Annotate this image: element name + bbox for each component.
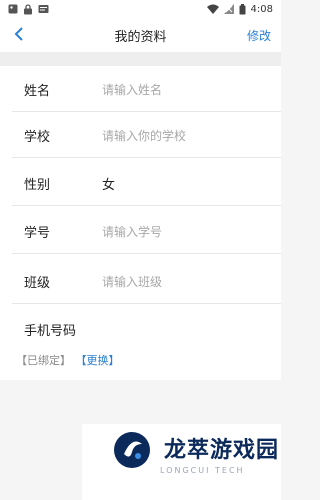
watermark-name: 龙萃游戏园: [164, 438, 280, 463]
school-row[interactable]: 学校 请输入你的学校: [0, 112, 281, 158]
signal-icon: [223, 4, 234, 14]
top-nav-bar: 我的资料 修改: [0, 18, 281, 52]
student-id-row[interactable]: 学号 请输入学号: [0, 208, 281, 254]
page-title: 我的资料: [114, 29, 167, 45]
student-id-input[interactable]: 请输入学号: [102, 223, 162, 240]
profile-form: 姓名 请输入姓名 学校 请输入你的学校 性别 女 学号 请输入学号 班级 请输入…: [0, 66, 281, 380]
gallery-icon: [8, 4, 18, 14]
battery-icon: [239, 3, 246, 14]
divider: [12, 253, 281, 254]
phone-row: 手机号码: [0, 306, 281, 352]
student-id-label: 学号: [24, 225, 51, 241]
gender-row[interactable]: 性别 女: [0, 160, 281, 206]
name-label: 姓名: [24, 83, 51, 99]
school-label: 学校: [24, 129, 51, 145]
notification-icon: [38, 5, 49, 13]
watermark-logo-icon: [114, 432, 150, 468]
status-bar: 4:08: [0, 0, 281, 18]
back-button[interactable]: [10, 24, 28, 44]
class-row[interactable]: 班级 请输入班级: [0, 258, 281, 304]
divider: [12, 157, 281, 158]
phone-label: 手机号码: [24, 323, 77, 339]
chevron-left-icon: [14, 27, 23, 41]
divider: [12, 205, 281, 206]
watermark-subtitle: LONGCUI TECH: [160, 466, 245, 475]
status-icons-left: [8, 3, 49, 15]
name-input[interactable]: 请输入姓名: [102, 81, 162, 98]
wifi-icon: [206, 4, 219, 14]
edit-button[interactable]: 修改: [247, 27, 271, 44]
lock-icon: [24, 3, 32, 14]
phone-bound-status: 【已绑定】: [16, 354, 71, 367]
phone-bind-row: 【已绑定】 【更换】: [16, 352, 120, 368]
status-time: 4:08: [250, 3, 273, 15]
section-gap: [0, 52, 281, 66]
watermark: 龙萃游戏园 LONGCUI TECH: [82, 424, 281, 500]
name-row[interactable]: 姓名 请输入姓名: [0, 66, 281, 112]
gender-label: 性别: [24, 177, 51, 193]
phone-change-button[interactable]: 【更换】: [81, 354, 120, 367]
school-input[interactable]: 请输入你的学校: [102, 127, 186, 144]
divider: [12, 303, 281, 304]
class-input[interactable]: 请输入班级: [102, 273, 162, 290]
class-label: 班级: [24, 275, 51, 291]
gender-value[interactable]: 女: [102, 174, 115, 193]
status-icons-right: 4:08: [206, 3, 273, 15]
